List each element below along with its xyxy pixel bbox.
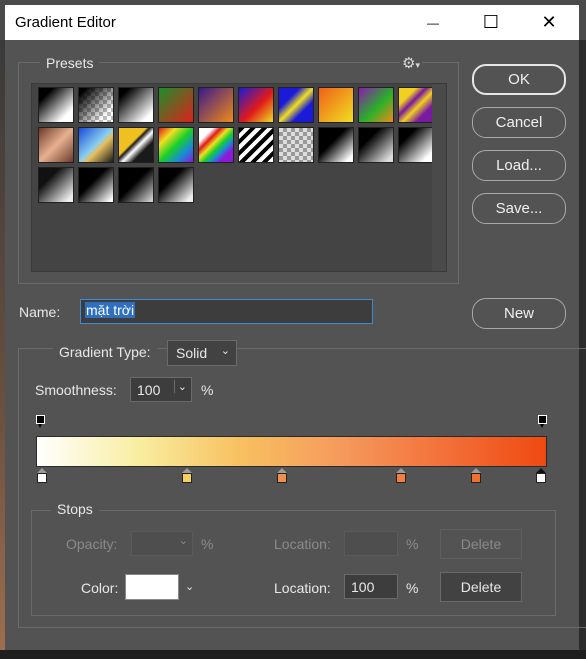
save-button[interactable]: Save...	[472, 193, 566, 224]
stops-label: Stops	[51, 501, 99, 517]
opacity-unit: %	[201, 536, 214, 552]
close-icon: ✕	[541, 12, 557, 32]
gradient-type-value: Solid	[176, 345, 208, 361]
preset-swatch[interactable]	[198, 87, 234, 123]
preset-swatch[interactable]	[318, 87, 354, 123]
window-title: Gradient Editor	[15, 14, 116, 31]
preset-swatch[interactable]	[78, 127, 114, 163]
preset-swatch[interactable]	[118, 167, 154, 203]
chevron-down-icon: ⌄	[220, 345, 230, 357]
preset-swatch[interactable]	[38, 87, 74, 123]
preset-swatch[interactable]	[78, 87, 114, 123]
color-label: Color:	[81, 580, 119, 596]
gradient-type-select[interactable]: Solid ⌄	[167, 340, 237, 366]
preset-swatch[interactable]	[318, 127, 354, 163]
opacity-stop[interactable]	[36, 415, 45, 428]
opacity-stop[interactable]	[538, 415, 547, 428]
color-location-label: Location:	[274, 580, 331, 596]
color-delete-button[interactable]: Delete	[440, 572, 522, 602]
smoothness-value: 100	[137, 381, 161, 398]
opacity-location-unit: %	[406, 536, 419, 552]
chevron-down-icon: ⌄	[178, 535, 188, 547]
ok-button[interactable]: OK	[472, 64, 566, 95]
gear-glyph: ⚙	[402, 55, 416, 72]
presets-label: Presets	[40, 55, 100, 71]
opacity-input[interactable]: ⌄	[131, 531, 193, 556]
maximize-icon: ☐	[482, 12, 500, 32]
preset-swatch[interactable]	[398, 87, 434, 123]
preset-swatch[interactable]	[118, 87, 154, 123]
preset-swatch[interactable]	[38, 127, 74, 163]
opacity-location-label: Location:	[274, 536, 331, 552]
name-value: mặt trời	[85, 302, 136, 318]
opacity-location-input[interactable]	[344, 531, 398, 556]
preset-swatch[interactable]	[118, 127, 154, 163]
preset-swatch[interactable]	[158, 127, 194, 163]
preset-swatch[interactable]	[38, 167, 74, 203]
color-stop[interactable]	[276, 468, 287, 483]
preset-swatch[interactable]	[198, 127, 234, 163]
preset-swatch[interactable]	[358, 87, 394, 123]
minimize-button[interactable]: —	[408, 5, 458, 40]
title-bar: Gradient Editor — ☐ ✕	[5, 5, 579, 40]
preset-swatch[interactable]	[238, 127, 274, 163]
color-swatch[interactable]	[125, 574, 179, 600]
chevron-down-icon: ⌄	[173, 380, 187, 393]
name-label: Name:	[19, 304, 61, 320]
maximize-button[interactable]: ☐	[466, 5, 516, 40]
color-location-value: 100	[351, 579, 375, 595]
close-button[interactable]: ✕	[524, 5, 574, 40]
preset-swatch[interactable]	[278, 127, 314, 163]
chevron-down-icon[interactable]: ⌄	[185, 580, 194, 593]
preset-swatch[interactable]	[358, 127, 394, 163]
smoothness-unit: %	[201, 382, 214, 398]
cancel-button[interactable]: Cancel	[472, 107, 566, 138]
preset-swatch[interactable]	[158, 167, 194, 203]
minimize-icon: —	[427, 15, 439, 30]
gradient-type-label: Gradient Type:	[53, 344, 157, 360]
background-bottom-strip	[0, 650, 586, 659]
opacity-delete-button[interactable]: Delete	[440, 529, 522, 559]
color-stop[interactable]	[536, 468, 546, 483]
preset-swatch[interactable]	[238, 87, 274, 123]
new-button[interactable]: New	[472, 298, 566, 329]
name-input[interactable]: mặt trời	[80, 299, 373, 324]
opacity-label: Opacity:	[66, 536, 118, 552]
color-stop[interactable]	[471, 468, 482, 483]
swatch-scrollbar[interactable]	[432, 84, 446, 271]
smoothness-input[interactable]: 100 ⌄	[130, 377, 192, 402]
preset-swatch-grid	[31, 83, 447, 272]
smoothness-label: Smoothness:	[35, 382, 117, 398]
color-stop[interactable]	[37, 468, 47, 483]
load-button[interactable]: Load...	[472, 150, 566, 181]
color-stop[interactable]	[396, 468, 407, 483]
color-stop[interactable]	[181, 468, 192, 483]
dialog-body: Presets ⚙▾ OK Cancel Load... Save... Nam…	[5, 40, 586, 650]
preset-swatch[interactable]	[278, 87, 314, 123]
color-location-unit: %	[406, 580, 419, 596]
preset-swatch[interactable]	[398, 127, 434, 163]
preset-swatch[interactable]	[78, 167, 114, 203]
preset-swatch[interactable]	[158, 87, 194, 123]
gear-icon[interactable]: ⚙▾	[400, 54, 422, 72]
color-location-input[interactable]: 100	[344, 574, 398, 599]
gradient-bar[interactable]	[36, 436, 547, 467]
